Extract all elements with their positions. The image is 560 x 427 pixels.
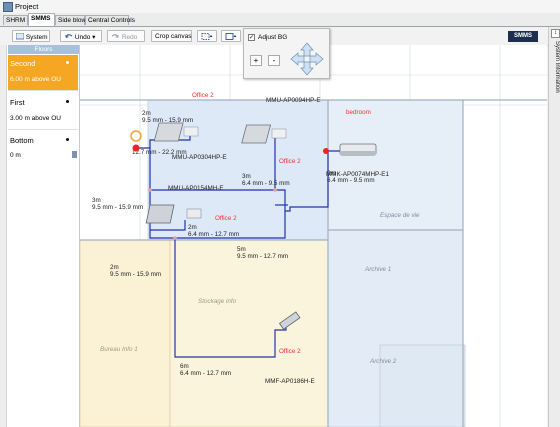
pipe-length: 2m <box>142 110 151 117</box>
window-title: Project <box>15 2 39 11</box>
pipe-length: 3m <box>92 197 101 204</box>
room-text-archive: Archive 1 <box>364 266 391 273</box>
branch-joint[interactable] <box>148 188 152 192</box>
room-text-bureau: Bureau Info 1 <box>100 346 138 353</box>
view-tool-button[interactable] <box>221 30 241 42</box>
sidebar-pin-icon[interactable]: ↕ <box>551 29 560 38</box>
floor-desc: 3.00 m above OU <box>10 115 61 122</box>
unit-model-label: MMF-AP0186H-E <box>265 378 315 385</box>
room-bedroom <box>327 99 464 231</box>
outdoor-unit-icon <box>72 151 77 158</box>
unit-model-label: MMK-AP0074MHP-E1 <box>326 171 389 178</box>
pan-down-icon <box>300 61 314 76</box>
unit-model-label: MMU-AP0094HP-E <box>266 97 321 104</box>
system-button-label: System <box>25 34 48 41</box>
zoom-in-button[interactable]: + <box>250 55 262 66</box>
tab-bar: SHRM SMMS Side blow Central Controls <box>0 13 560 27</box>
room-name-label: Office 2 <box>279 348 301 355</box>
room-text-stockage: Stockage info <box>198 298 237 305</box>
smms-logo: SMMS <box>508 31 538 42</box>
tab-smms[interactable]: SMMS <box>28 13 55 26</box>
project-icon <box>3 2 13 12</box>
floor-item-bottom[interactable]: Bottom 0 m <box>8 132 78 167</box>
pipe-size: 9.5 mm - 15.9 mm <box>110 271 161 278</box>
system-information-label: System Information <box>554 41 560 93</box>
pipe-size: 6.4 mm - 9.5 mm <box>242 180 290 187</box>
adjust-bg-label: Adjust BG <box>258 34 288 41</box>
room-name-label: Office 2 <box>279 158 301 165</box>
room-bureau <box>80 239 171 427</box>
room-name-label: Office 2 <box>192 92 214 99</box>
floors-header: Floors <box>8 45 79 54</box>
title-bar: Project <box>0 0 560 14</box>
pipe-length: 3m <box>242 173 251 180</box>
floor-item-first[interactable]: First 3.00 m above OU <box>8 94 78 130</box>
room-stockage <box>169 239 329 427</box>
outdoor-connection-node[interactable] <box>132 144 140 152</box>
adjust-bg-checkbox[interactable]: ✓ <box>248 34 255 41</box>
drawing-canvas[interactable]: Espace de vie Archive 1 Archive 2 Stocka… <box>80 45 547 427</box>
unit-model-label: MMU-AP0154MH-E <box>168 185 224 192</box>
unit-model-label: MMU-AP0304HP-E <box>172 154 227 161</box>
room-text-espace: Espace de vie <box>380 212 420 219</box>
floor-dot-icon <box>66 100 69 103</box>
undo-dropdown-icon: ▾ <box>92 34 96 41</box>
pipe-size: 9.5 mm - 12.7 mm <box>237 253 288 260</box>
floor-dot-icon <box>66 61 69 64</box>
floorplan-diagram[interactable]: Espace de vie Archive 1 Archive 2 Stocka… <box>80 45 547 427</box>
undo-icon <box>65 34 73 38</box>
floor-name: Bottom <box>10 136 34 145</box>
pan-up-icon <box>300 42 314 57</box>
floor-dot-icon <box>66 138 69 141</box>
floor-item-second[interactable]: Second 6.00 m above OU <box>8 55 78 91</box>
indoor-unit-wall-mounted[interactable] <box>339 143 377 156</box>
pan-right-icon <box>309 52 324 66</box>
floor-name: Second <box>10 59 36 68</box>
pipe-length: 5m <box>237 246 246 253</box>
redo-button-label: Redo <box>121 34 138 41</box>
room-name-label: Office 2 <box>215 215 237 222</box>
pipe-length: 2m <box>188 224 197 231</box>
pipe-length: 6m <box>180 363 189 370</box>
redo-icon <box>111 34 119 38</box>
crop-canvas-button[interactable]: Crop canvas <box>151 30 192 42</box>
floors-panel: Floors Second 6.00 m above OU First 3.00… <box>0 45 80 427</box>
tab-shrm[interactable]: SHRM <box>3 15 28 25</box>
branch-joint[interactable] <box>173 236 177 240</box>
tab-central-controls[interactable]: Central Controls <box>85 15 135 25</box>
branch-joint[interactable] <box>273 188 277 192</box>
zoom-out-button[interactable]: - <box>268 55 280 66</box>
room-text-archive-2: Archive 2 <box>369 358 397 365</box>
pipe-size: 6.4 mm - 9.5 mm <box>327 177 375 184</box>
room-name-label: bedroom <box>346 109 371 116</box>
selection-marker <box>130 130 142 142</box>
pan-arrows-icon[interactable] <box>290 42 324 76</box>
redo-button[interactable]: Redo <box>107 30 145 42</box>
select-tool-button[interactable] <box>197 30 217 42</box>
pipe-size: 6.4 mm - 12.7 mm <box>188 231 239 238</box>
floor-name: First <box>10 98 25 107</box>
panel-grip[interactable] <box>0 45 7 427</box>
select-rect-icon <box>201 33 213 40</box>
pipe-size: 9.5 mm - 15.9 mm <box>92 204 143 211</box>
adjust-bg-popup: ✓ Adjust BG + - <box>243 28 330 79</box>
undo-button-label: Undo <box>74 34 91 41</box>
system-information-sidebar[interactable]: ↕ System Information <box>548 27 560 427</box>
pipe-length: 2m <box>110 264 119 271</box>
tab-side-blow[interactable]: Side blow <box>55 15 86 25</box>
view-rect-icon <box>225 33 237 40</box>
floor-desc: 6.00 m above OU <box>10 76 61 83</box>
undo-button[interactable]: Undo ▾ <box>60 30 102 42</box>
system-button[interactable]: System <box>12 30 50 42</box>
floor-desc: 0 m <box>10 152 21 159</box>
pipe-size: 6.4 mm - 12.7 mm <box>180 370 231 377</box>
system-icon <box>15 32 25 40</box>
pipe-node[interactable] <box>323 148 329 154</box>
pan-left-icon <box>290 52 305 66</box>
